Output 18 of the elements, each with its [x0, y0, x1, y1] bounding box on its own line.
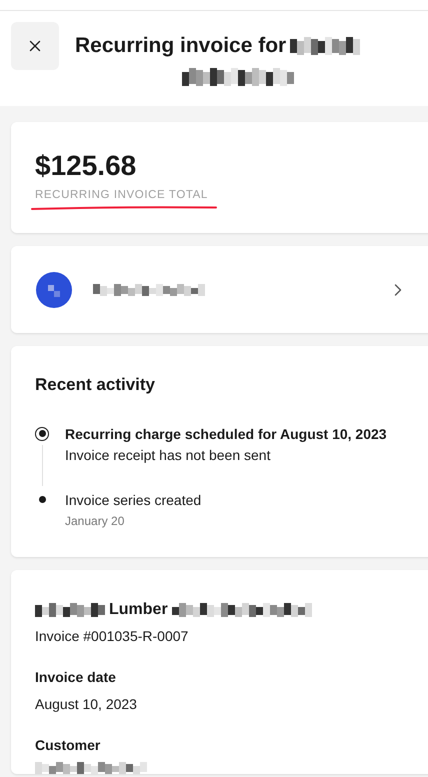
customer-row[interactable] [11, 246, 428, 334]
field-label: Invoice date [35, 668, 117, 687]
total-label: RECURRING INVOICE TOTAL [35, 188, 208, 203]
invoice-number: Invoice #001035-R-0007 [35, 626, 190, 646]
business-name: Lumber [109, 600, 168, 620]
event-title: Invoice series created [65, 490, 202, 510]
event-title: Recurring charge scheduled for August 10, 2023 [65, 424, 387, 444]
avatar-icon [35, 270, 73, 309]
current-step-icon [35, 426, 49, 441]
event-detail: January 20 [65, 512, 126, 530]
page-title: Recurring invoice for [75, 33, 286, 59]
total-amount: $125.68 [35, 150, 136, 182]
field-value: August 10, 2023 [35, 694, 138, 714]
field-label: Customer [35, 736, 102, 755]
redacted-text-drawing [35, 602, 105, 617]
section-title: Recent activity [35, 374, 156, 396]
event-detail: Invoice receipt has not been sent [65, 446, 272, 465]
redacted-text-drawing [290, 37, 360, 55]
